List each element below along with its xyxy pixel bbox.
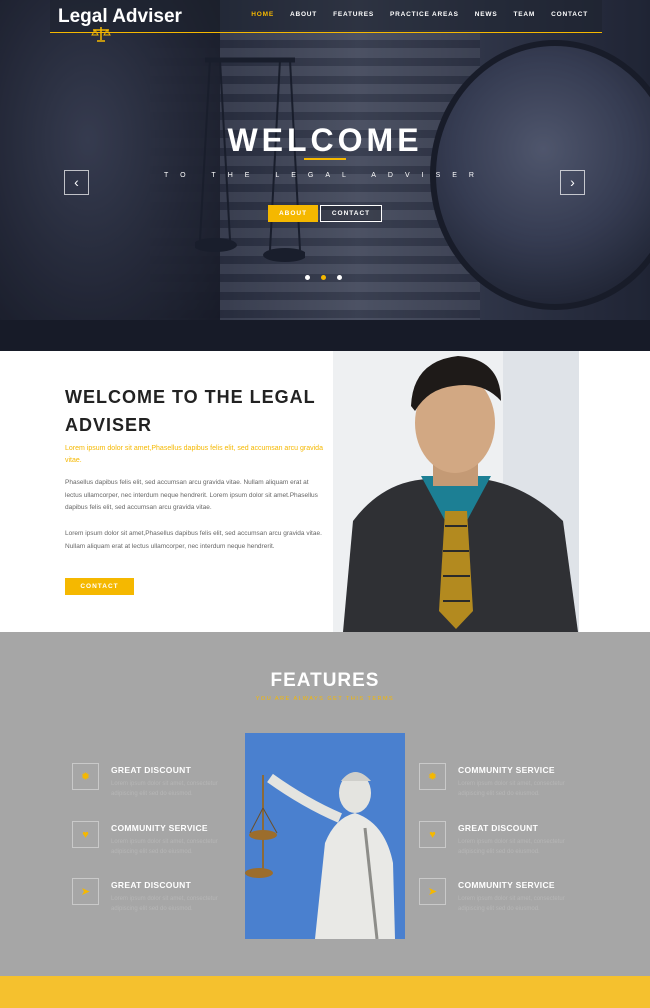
feature-name[interactable]: COMMUNITY SERVICE <box>458 880 555 890</box>
send-icon: ➤ <box>419 878 446 905</box>
hero-title: WELCOME <box>227 122 423 158</box>
lawyer-portrait-image <box>333 351 579 632</box>
scales-icon <box>91 27 111 42</box>
feature-name[interactable]: GREAT DISCOUNT <box>458 823 538 833</box>
feature-item: ♥ COMMUNITY SERVICE Lorem ipsum dolor si… <box>72 821 252 865</box>
navbar: Legal Adviser HOME ABOUT FEATURES PRACTI… <box>50 0 602 42</box>
slider-dot[interactable] <box>305 275 310 280</box>
feature-desc: Lorem ipsum dolor sit amet, consectetur … <box>111 896 218 912</box>
feature-name[interactable]: GREAT DISCOUNT <box>111 880 191 890</box>
send-icon: ➤ <box>72 878 99 905</box>
features-subtitle: YOU ARE ALWAYS GET THIS TERMS <box>255 696 395 702</box>
hero-divider <box>304 158 346 160</box>
about-title: WELCOME TO THE LEGAL ADVISER <box>65 387 316 435</box>
about-paragraph: Phasellus dapibus felis elit, sed accums… <box>65 479 318 511</box>
nav-contact[interactable]: CONTACT <box>551 11 588 18</box>
slider-next-arrow-icon[interactable]: › <box>560 170 585 195</box>
features-title: FEATURES <box>270 670 380 691</box>
hero-about-button[interactable]: ABOUT <box>268 205 318 222</box>
justice-statue-photo <box>245 733 405 939</box>
nav-about[interactable]: ABOUT <box>290 11 317 18</box>
hero-contact-button[interactable]: CONTACT <box>320 205 382 222</box>
feature-item: ➤ COMMUNITY SERVICE Lorem ipsum dolor si… <box>419 878 599 922</box>
site-logo[interactable]: Legal Adviser <box>58 6 182 28</box>
hero-subtitle: TO THE LEGAL ADVISER <box>164 172 486 179</box>
nav-news[interactable]: NEWS <box>475 11 498 18</box>
feature-desc: Lorem ipsum dolor sit amet, consectetur … <box>458 896 565 912</box>
nav-practice-areas[interactable]: PRACTICE AREAS <box>390 11 459 18</box>
heart-icon: ♥ <box>72 821 99 848</box>
feature-item: ➤ GREAT DISCOUNT Lorem ipsum dolor sit a… <box>72 878 252 922</box>
main-nav: HOME ABOUT FEATURES PRACTICE AREAS NEWS … <box>251 11 588 18</box>
slider-dot[interactable] <box>337 275 342 280</box>
feature-item: ✹ COMMUNITY SERVICE Lorem ipsum dolor si… <box>419 763 599 807</box>
about-paragraph: Lorem ipsum dolor sit amet,Phasellus dap… <box>65 530 322 550</box>
about-section: WELCOME TO THE LEGAL ADVISER Lorem ipsum… <box>0 351 650 632</box>
slider-dot-active[interactable] <box>321 275 326 280</box>
feature-desc: Lorem ipsum dolor sit amet, consectetur … <box>458 839 565 855</box>
about-contact-button[interactable]: CONTACT <box>65 578 134 595</box>
gear-icon: ✹ <box>72 763 99 790</box>
hero-slider: Legal Adviser HOME ABOUT FEATURES PRACTI… <box>0 0 650 351</box>
slider-prev-arrow-icon[interactable]: ‹ <box>64 170 89 195</box>
feature-desc: Lorem ipsum dolor sit amet, consectetur … <box>458 781 565 797</box>
slider-dots <box>305 275 342 280</box>
feature-name[interactable]: COMMUNITY SERVICE <box>111 823 208 833</box>
heart-icon: ♥ <box>419 821 446 848</box>
feature-item: ♥ GREAT DISCOUNT Lorem ipsum dolor sit a… <box>419 821 599 865</box>
feature-name[interactable]: GREAT DISCOUNT <box>111 765 191 775</box>
about-highlight: Lorem ipsum dolor sit amet,Phasellus dap… <box>65 445 323 464</box>
nav-team[interactable]: TEAM <box>513 11 535 18</box>
gear-icon: ✹ <box>419 763 446 790</box>
feature-desc: Lorem ipsum dolor sit amet, consectetur … <box>111 839 218 855</box>
feature-name[interactable]: COMMUNITY SERVICE <box>458 765 555 775</box>
nav-home[interactable]: HOME <box>251 11 274 18</box>
nav-features[interactable]: FEATURES <box>333 11 374 18</box>
footer-band <box>0 976 650 1008</box>
feature-desc: Lorem ipsum dolor sit amet, consectetur … <box>111 781 218 797</box>
feature-item: ✹ GREAT DISCOUNT Lorem ipsum dolor sit a… <box>72 763 252 807</box>
features-section: FEATURES YOU ARE ALWAYS GET THIS TERMS ✹… <box>0 632 650 976</box>
